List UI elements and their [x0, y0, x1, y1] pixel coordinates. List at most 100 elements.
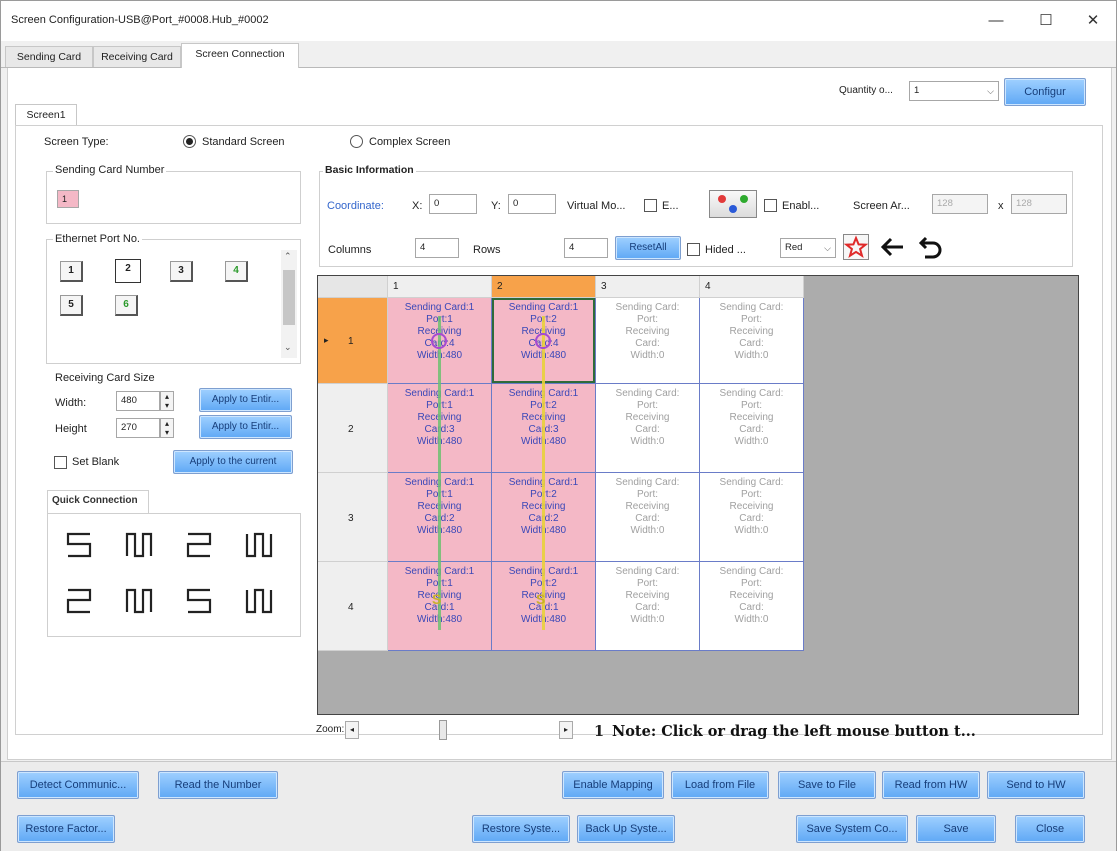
hide-label: Hided ... — [705, 244, 746, 256]
enable-b-checkbox[interactable] — [764, 199, 777, 212]
color-select[interactable]: Red ⌵ — [780, 238, 836, 258]
col-header-4[interactable]: 4 — [700, 276, 804, 298]
zoom-left-button[interactable]: ◂ — [345, 721, 359, 739]
zoom-right-button[interactable]: ▸ — [559, 721, 573, 739]
snake-bottom-right-icon[interactable] — [184, 586, 214, 616]
screen-area-label: Screen Ar... — [853, 200, 910, 212]
port-button-6[interactable]: 6 — [115, 295, 138, 316]
tab-receiving-card[interactable]: Receiving Card — [93, 46, 181, 67]
virtual-pixel-button[interactable] — [709, 190, 757, 218]
snake-bottom-left-icon[interactable] — [64, 586, 94, 616]
enable-e-checkbox[interactable] — [644, 199, 657, 212]
apply-current-button[interactable]: Apply to the current — [173, 450, 293, 474]
grid-cell-line: Sending Card: — [719, 477, 784, 488]
tab-sending-card[interactable]: Sending Card — [5, 46, 93, 67]
y-coordinate-input[interactable]: 0 — [508, 194, 556, 214]
zigzag-bottom-down-icon[interactable] — [244, 586, 274, 616]
tab-screen-connection[interactable]: Screen Connection — [181, 43, 299, 68]
apply-height-button[interactable]: Apply to Entir... — [199, 415, 292, 439]
set-blank-checkbox[interactable] — [54, 456, 67, 469]
enable-mapping-button[interactable]: Enable Mapping — [562, 771, 664, 799]
save-system-config-button[interactable]: Save System Co... — [796, 815, 908, 843]
grid-cell-r4-c4[interactable]: Sending Card: Port: Receiving Card: Width:0 — [700, 562, 804, 651]
grid-cell-r3-c4[interactable]: Sending Card: Port: Receiving Card: Width:0 — [700, 473, 804, 562]
grid-cell-r2-c3[interactable]: Sending Card: Port: Receiving Card: Width:0 — [596, 384, 700, 473]
col-header-3[interactable]: 3 — [596, 276, 700, 298]
scroll-up-icon[interactable]: ⌃ — [284, 251, 292, 262]
save-to-file-button[interactable]: Save to File — [778, 771, 876, 799]
grid-cell-line: Width:0 — [630, 350, 665, 361]
grid-cell-line: Receiving — [729, 590, 774, 601]
height-input[interactable]: 270 — [116, 418, 160, 438]
columns-input[interactable]: 4 — [415, 238, 459, 258]
reset-all-button[interactable]: ResetAll — [615, 236, 681, 260]
tab-screen1[interactable]: Screen1 — [15, 104, 77, 126]
grid-cell-r1-c3[interactable]: Sending Card: Port: Receiving Card: Width:0 — [596, 298, 700, 384]
save-button[interactable]: Save — [916, 815, 996, 843]
send-to-hw-button[interactable]: Send to HW — [987, 771, 1085, 799]
screen-grid[interactable]: 1 2 3 4 ▸ 1 2 3 4 Sending Card:1 Port: 1 Re… — [317, 275, 1079, 715]
row-header-1[interactable]: ▸ 1 — [318, 298, 388, 384]
row-header-label: 4 — [348, 602, 354, 613]
standard-screen-radio[interactable] — [183, 135, 196, 148]
maximize-button[interactable]: ☐ — [1031, 9, 1061, 33]
zoom-slider-thumb[interactable] — [439, 720, 447, 740]
load-from-file-button[interactable]: Load from File — [671, 771, 769, 799]
detect-communication-button[interactable]: Detect Communic... — [17, 771, 139, 799]
grid-cell-r1-c4[interactable]: Sending Card: Port: Receiving Card: Width:0 — [700, 298, 804, 384]
area-height-input[interactable]: 128 — [1011, 194, 1067, 214]
quick-connection-panel — [47, 513, 301, 637]
x-label: X: — [412, 200, 423, 212]
restore-system-button[interactable]: Restore Syste... — [472, 815, 570, 843]
zigzag-up-icon[interactable] — [124, 530, 154, 560]
port-button-2[interactable]: 2 — [115, 259, 141, 283]
close-window-button[interactable]: ✕ — [1078, 9, 1108, 33]
width-stepper[interactable]: ▴ ▾ — [160, 391, 174, 411]
scroll-down-icon[interactable]: ⌄ — [284, 342, 292, 353]
row-header-3[interactable]: 3 — [318, 473, 388, 562]
row-header-2[interactable]: 2 — [318, 384, 388, 473]
columns-label: Columns — [328, 244, 372, 256]
sending-card-number-input[interactable]: 1 — [57, 190, 79, 208]
width-input[interactable]: 480 — [116, 391, 160, 411]
hide-checkbox[interactable] — [687, 243, 700, 256]
quantity-select[interactable]: 1 ⌵ — [909, 81, 999, 101]
grid-cell-r3-c3[interactable]: Sending Card: Port: Receiving Card: Width:0 — [596, 473, 700, 562]
back-up-system-button[interactable]: Back Up Syste... — [577, 815, 675, 843]
rows-input[interactable]: 4 — [564, 238, 608, 258]
mark-star-button[interactable] — [843, 234, 869, 260]
read-from-hw-button[interactable]: Read from HW — [882, 771, 980, 799]
snake-right-icon[interactable] — [184, 530, 214, 560]
grid-cell-r4-c3[interactable]: Sending Card: Port: Receiving Card: Width:0 — [596, 562, 700, 651]
minimize-button[interactable]: — — [981, 9, 1011, 33]
zigzag-down-icon[interactable] — [244, 530, 274, 560]
scroll-thumb[interactable] — [283, 270, 295, 325]
height-stepper[interactable]: ▴ ▾ — [160, 418, 174, 438]
apply-width-button[interactable]: Apply to Entir... — [199, 388, 292, 412]
port-scrollbar[interactable]: ⌃ ⌄ — [281, 250, 297, 358]
area-width-input[interactable]: 128 — [932, 194, 988, 214]
zigzag-bottom-up-icon[interactable] — [124, 586, 154, 616]
col-header-1[interactable]: 1 — [388, 276, 492, 298]
grid-cell-line: Width:0 — [734, 525, 769, 536]
set-blank-label: Set Blank — [72, 456, 120, 468]
undo-icon[interactable] — [917, 234, 945, 260]
port-button-5[interactable]: 5 — [60, 295, 83, 316]
row-header-4[interactable]: 4 — [318, 562, 388, 651]
close-button[interactable]: Close — [1015, 815, 1085, 843]
grid-cell-line: Card: — [739, 513, 764, 524]
col-header-2[interactable]: 2 — [492, 276, 596, 298]
port-button-1[interactable]: 1 — [60, 261, 83, 282]
snake-left-icon[interactable] — [64, 530, 94, 560]
back-arrow-icon[interactable] — [879, 235, 907, 259]
read-number-button[interactable]: Read the Number — [158, 771, 278, 799]
restore-factory-button[interactable]: Restore Factor... — [17, 815, 115, 843]
complex-screen-radio[interactable] — [350, 135, 363, 148]
port-button-3[interactable]: 3 — [170, 261, 193, 282]
col-header-label: 4 — [705, 281, 711, 292]
port-button-4[interactable]: 4 — [225, 261, 248, 282]
grid-cell-r2-c4[interactable]: Sending Card: Port: Receiving Card: Width:0 — [700, 384, 804, 473]
configure-button[interactable]: Configur — [1004, 78, 1086, 106]
x-coordinate-input[interactable]: 0 — [429, 194, 477, 214]
complex-screen-label: Complex Screen — [369, 136, 451, 148]
